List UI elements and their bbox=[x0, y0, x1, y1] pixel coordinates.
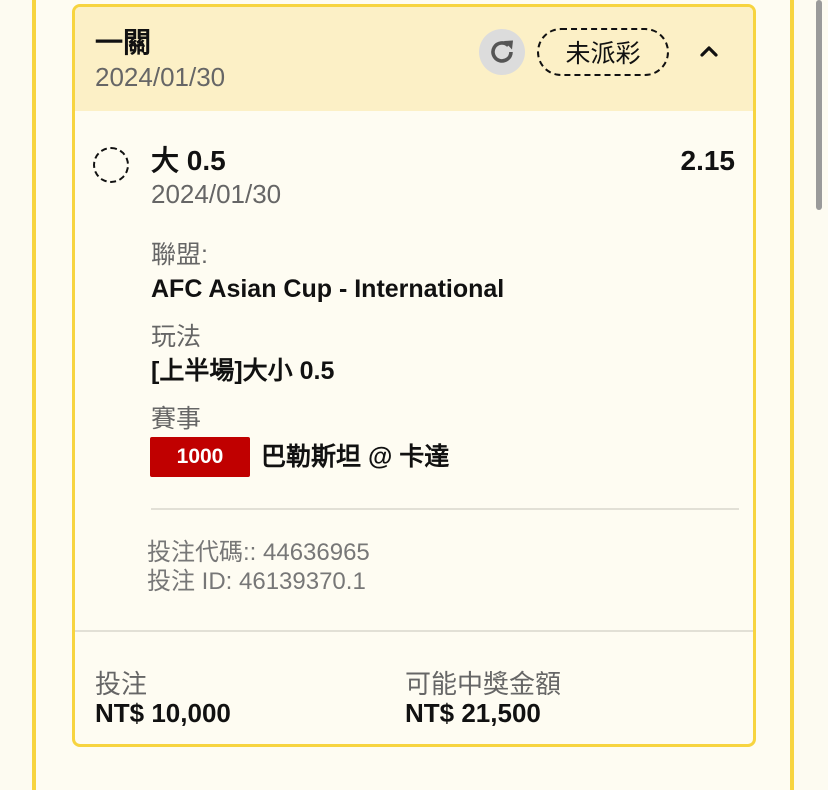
stake-label: 投注 bbox=[95, 669, 148, 699]
bet-card-header: 一關 2024/01/30 未派彩 bbox=[75, 7, 753, 111]
divider bbox=[151, 508, 739, 510]
payout-value: NT$ 21,500 bbox=[405, 698, 541, 728]
league-value: AFC Asian Cup - International bbox=[151, 275, 505, 303]
stake-value: NT$ 10,000 bbox=[95, 698, 231, 728]
selection-odds: 2.15 bbox=[680, 145, 736, 176]
chevron-up-icon bbox=[700, 46, 718, 57]
selection-date: 2024/01/30 bbox=[151, 179, 282, 209]
collapse-button[interactable] bbox=[693, 35, 725, 67]
selection-radio[interactable] bbox=[93, 147, 129, 183]
refresh-icon bbox=[491, 40, 513, 63]
refresh-button[interactable] bbox=[479, 29, 525, 75]
payout-label: 可能中獎金額 bbox=[405, 669, 562, 699]
market-value: [上半場]大小 0.5 bbox=[151, 357, 335, 385]
status-badge: 未派彩 bbox=[537, 28, 669, 76]
bet-code: 投注代碼:: 44636965 bbox=[147, 539, 370, 566]
market-label: 玩法 bbox=[151, 323, 202, 351]
match-name: 巴勒斯坦 @ 卡達 bbox=[261, 443, 450, 471]
bet-id: 投注 ID: 46139370.1 bbox=[147, 568, 366, 595]
match-label: 賽事 bbox=[151, 405, 202, 433]
bet-card: 一關 2024/01/30 未派彩 大 0.5 2.15 2024/01/30 … bbox=[72, 4, 756, 747]
bet-date: 2024/01/30 bbox=[95, 62, 226, 92]
match-code-badge: 1000 bbox=[150, 437, 250, 477]
selection-title: 大 0.5 bbox=[151, 145, 226, 176]
bet-type-title: 一關 bbox=[95, 27, 152, 58]
league-label: 聯盟: bbox=[151, 241, 208, 269]
footer-divider bbox=[75, 630, 753, 632]
scrollbar[interactable] bbox=[816, 0, 822, 210]
